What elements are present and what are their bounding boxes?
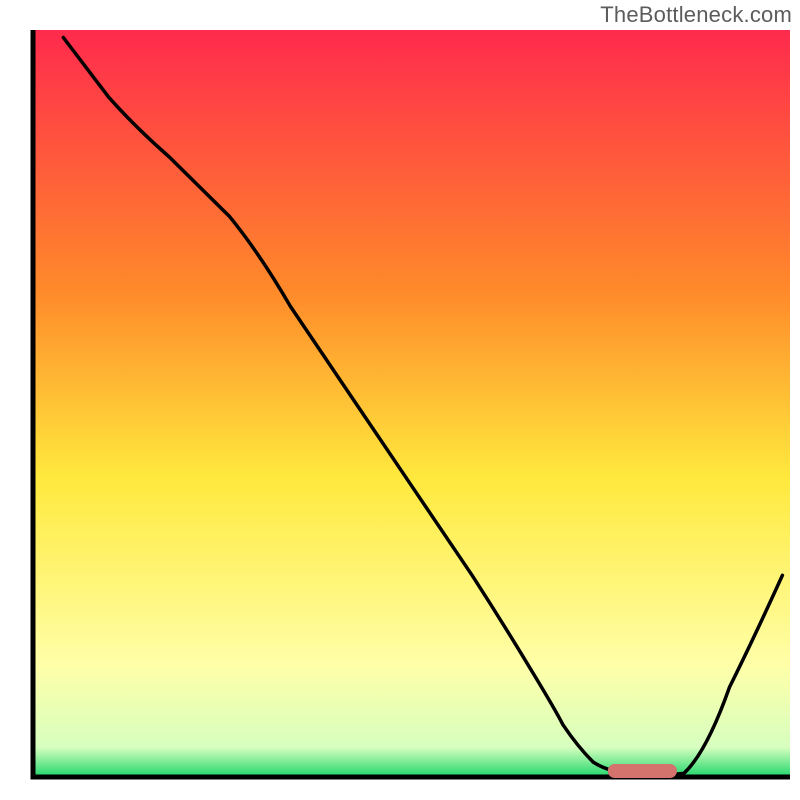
- watermark-text: TheBottleneck.com: [600, 2, 792, 28]
- chart-frame: TheBottleneck.com: [0, 0, 800, 800]
- optimal-range-marker: [608, 765, 676, 778]
- plot-area: [33, 30, 790, 778]
- gradient-background: [33, 30, 790, 777]
- bottleneck-chart: [0, 0, 800, 800]
